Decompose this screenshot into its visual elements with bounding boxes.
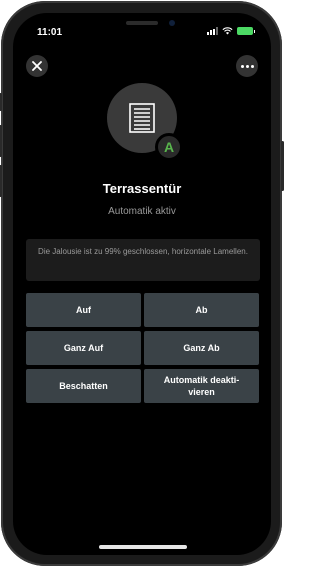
speaker bbox=[126, 21, 158, 25]
screen: 11:01 A Terrassentür Automatik aktiv Die… bbox=[13, 13, 271, 555]
close-icon bbox=[32, 61, 42, 71]
more-icon bbox=[240, 64, 244, 68]
volume-up-button bbox=[0, 125, 2, 157]
down-button[interactable]: Ab bbox=[144, 293, 259, 327]
status-icons bbox=[207, 27, 255, 35]
blind-icon bbox=[129, 103, 155, 133]
status-time: 11:01 bbox=[37, 27, 63, 38]
shade-button[interactable]: Beschatten bbox=[26, 369, 141, 403]
power-button bbox=[281, 141, 284, 191]
signal-icon bbox=[207, 27, 218, 35]
full-down-button[interactable]: Ganz Ab bbox=[144, 331, 259, 365]
full-up-button[interactable]: Ganz Auf bbox=[26, 331, 141, 365]
close-button[interactable] bbox=[26, 55, 48, 77]
deactivate-automatic-button[interactable]: Automatik deakti- vieren bbox=[144, 369, 259, 403]
up-button[interactable]: Auf bbox=[26, 293, 141, 327]
device-subtitle: Automatik aktiv bbox=[108, 206, 176, 217]
battery-icon bbox=[237, 27, 255, 35]
mute-switch bbox=[0, 93, 2, 111]
home-indicator[interactable] bbox=[99, 545, 187, 549]
wifi-icon bbox=[222, 27, 233, 35]
automatic-mode-badge: A bbox=[155, 133, 183, 161]
status-message: Die Jalousie ist zu 99% geschlossen, hor… bbox=[26, 239, 260, 281]
phone-frame: 11:01 A Terrassentür Automatik aktiv Die… bbox=[0, 1, 284, 566]
device-title: Terrassentür bbox=[102, 181, 182, 196]
front-camera bbox=[169, 20, 175, 26]
more-button[interactable] bbox=[236, 55, 258, 77]
volume-down-button bbox=[0, 165, 2, 197]
action-grid: Auf Ab Ganz Auf Ganz Ab Beschatten Autom… bbox=[26, 293, 259, 403]
